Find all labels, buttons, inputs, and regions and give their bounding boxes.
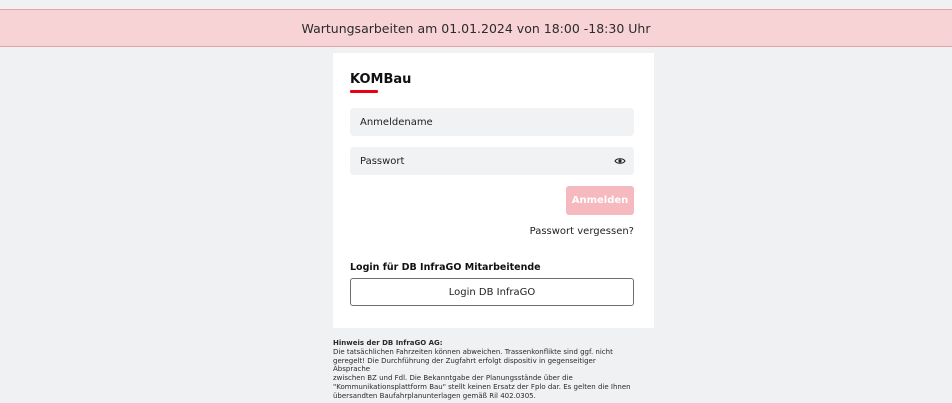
app-brand-title: KOMBau: [350, 72, 412, 87]
login-card: KOMBau Anmeldename Passwort Anmelden Pas…: [333, 53, 654, 328]
legal-notice: Hinweis der DB InfraGO AG: Die tatsächli…: [333, 339, 633, 401]
legal-notice-line: "Kommunikationsplattform Bau" stellt kei…: [333, 382, 631, 391]
eye-icon[interactable]: [614, 155, 626, 167]
brand-accent-bar: [350, 90, 378, 93]
sso-login-button[interactable]: Login DB InfraGO: [350, 278, 634, 306]
legal-notice-line: übersandten Baufahrplanunterlagen gemäß …: [333, 391, 536, 400]
maintenance-banner-text: Wartungsarbeiten am 01.01.2024 von 18:00…: [301, 20, 651, 36]
forgot-password-link[interactable]: Passwort vergessen?: [530, 226, 634, 237]
login-submit-button[interactable]: Anmelden: [566, 186, 634, 215]
legal-notice-line: geregelt! Die Durchführung der Zugfahrt …: [333, 356, 596, 374]
legal-notice-line: zwischen BZ und Fdl. Die Bekanntgabe der…: [333, 374, 573, 383]
sso-login-button-label: Login DB InfraGO: [448, 286, 536, 298]
legal-notice-title: Hinweis der DB InfraGO AG:: [333, 339, 443, 347]
password-input[interactable]: Passwort: [350, 147, 634, 175]
sso-section-title: Login für DB InfraGO Mitarbeitende: [350, 262, 541, 273]
username-placeholder: Anmeldename: [360, 116, 433, 128]
username-input[interactable]: Anmeldename: [350, 108, 634, 136]
password-placeholder: Passwort: [360, 155, 405, 167]
maintenance-banner: Wartungsarbeiten am 01.01.2024 von 18:00…: [0, 9, 952, 47]
legal-notice-line: Die tatsächlichen Fahrzeiten können abwe…: [333, 347, 613, 356]
